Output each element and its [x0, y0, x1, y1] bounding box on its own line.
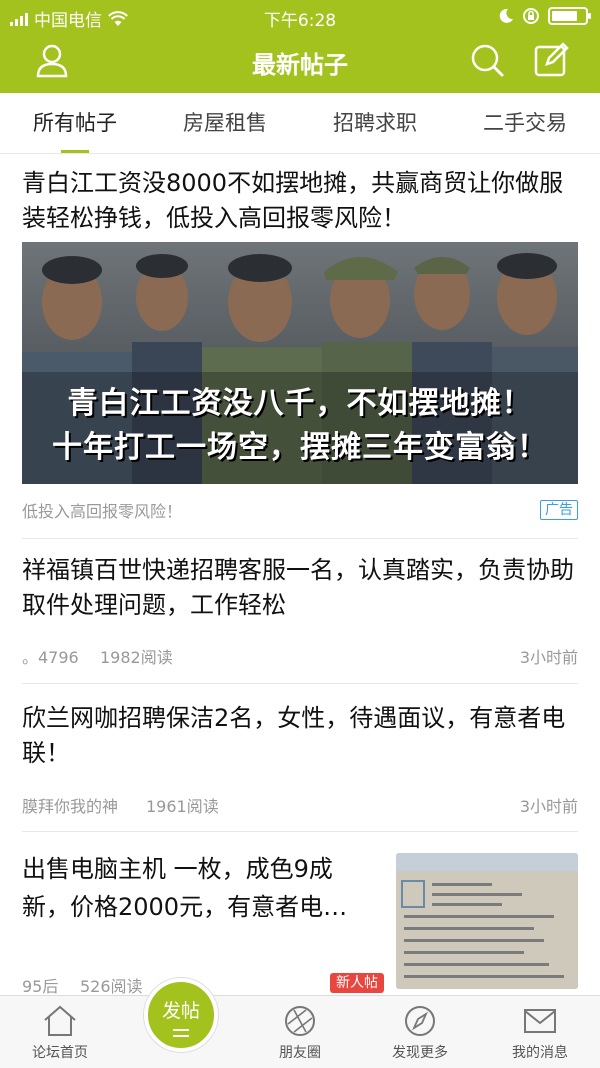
nav-moments[interactable]: 朋友圈 — [240, 1004, 360, 1062]
tab-jobs[interactable]: 招聘求职 — [300, 93, 450, 153]
nav-discover[interactable]: 发现更多 — [360, 1004, 480, 1062]
post-author[interactable]: 。4796 — [22, 644, 79, 668]
post-author[interactable]: 膜拜你我的神 — [22, 793, 118, 817]
post-item[interactable]: 欣兰网咖招聘保洁2名，女性，待遇面议，有意者电联！ — [22, 701, 578, 771]
category-tabs: 所有帖子 房屋租售 招聘求职 二手交易 — [0, 93, 600, 154]
nav-forum-home[interactable]: 论坛首页 — [0, 1004, 120, 1062]
divider — [22, 683, 578, 684]
ad-image-caption-1: 青白江工资没八千，不如摆地摊！ — [67, 386, 533, 421]
post-thumbnail[interactable] — [396, 853, 578, 989]
post-reads: 1982阅读 — [100, 648, 173, 667]
new-post-label: 发帖 — [161, 1000, 200, 1022]
nav-label: 我的消息 — [512, 1045, 568, 1061]
compose-icon[interactable] — [531, 40, 571, 80]
new-post-button[interactable]: 发帖 — [144, 978, 218, 1052]
post-reads: 1961阅读 — [146, 797, 219, 816]
nav-label: 发现更多 — [392, 1045, 448, 1061]
post-title: 出售电脑主机 一枚，成色9成新，价格2000元，有意者电… — [22, 855, 348, 921]
tab-secondhand[interactable]: 二手交易 — [450, 93, 600, 153]
tab-housing[interactable]: 房屋租售 — [150, 93, 300, 153]
post-time: 3小时前 — [519, 797, 578, 816]
menu-lines-icon — [173, 1029, 189, 1037]
status-bar: 中国电信 下午6:28 — [0, 0, 600, 32]
search-icon[interactable] — [467, 40, 507, 80]
post-title: 祥福镇百世快递招聘客服一名，认真踏实，负责协助取件处理问题，工作轻松 — [22, 556, 574, 619]
post-time: 3小时前 — [519, 648, 578, 667]
mail-icon — [524, 1009, 556, 1033]
ad-post[interactable]: 青白江工资没8000不如摆地摊，共赢商贸让你做服装轻松挣钱，低投入高回报零风险！ — [22, 166, 578, 236]
nav-label: 朋友圈 — [279, 1045, 321, 1061]
post-reads: 526阅读 — [80, 977, 143, 996]
post-title: 欣兰网咖招聘保洁2名，女性，待遇面议，有意者电联！ — [22, 704, 566, 767]
page-title: 最新帖子 — [252, 51, 348, 79]
tab-all-posts[interactable]: 所有帖子 — [0, 93, 150, 153]
top-bar: 中国电信 下午6:28 最新帖子 — [0, 0, 600, 93]
battery-icon — [548, 7, 591, 25]
post-title: 青白江工资没8000不如摆地摊，共赢商贸让你做服装轻松挣钱，低投入高回报零风险！ — [22, 169, 564, 232]
new-user-badge: 新人帖 — [330, 973, 384, 993]
ad-image[interactable]: 青白江工资没八千，不如摆地摊！ 十年打工一场空，摆摊三年变富翁！ — [22, 242, 578, 484]
aperture-icon — [285, 1006, 315, 1036]
post-item[interactable]: 祥福镇百世快递招聘客服一名，认真踏实，负责协助取件处理问题，工作轻松 — [22, 553, 578, 623]
computer-specs-photo — [396, 853, 578, 989]
rotation-lock-icon — [523, 8, 539, 24]
divider — [22, 538, 578, 539]
post-item[interactable]: 出售电脑主机 一枚，成色9成新，价格2000元，有意者电… — [22, 850, 377, 926]
post-author[interactable]: 95后 — [22, 973, 58, 997]
nav-label: 论坛首页 — [32, 1045, 88, 1061]
moon-icon — [499, 8, 513, 23]
ad-image-caption-2: 十年打工一场空，摆摊三年变富翁！ — [52, 430, 548, 465]
bottom-nav: 论坛首页 朋友圈 发现更多 我的消息 — [0, 995, 600, 1068]
divider — [22, 831, 578, 832]
ad-subtitle: 低投入高回报零风险！ — [22, 502, 183, 521]
ad-badge: 广告 — [540, 500, 578, 520]
home-icon — [44, 1005, 76, 1036]
nav-messages[interactable]: 我的消息 — [480, 1004, 600, 1062]
compass-icon — [405, 1006, 435, 1036]
